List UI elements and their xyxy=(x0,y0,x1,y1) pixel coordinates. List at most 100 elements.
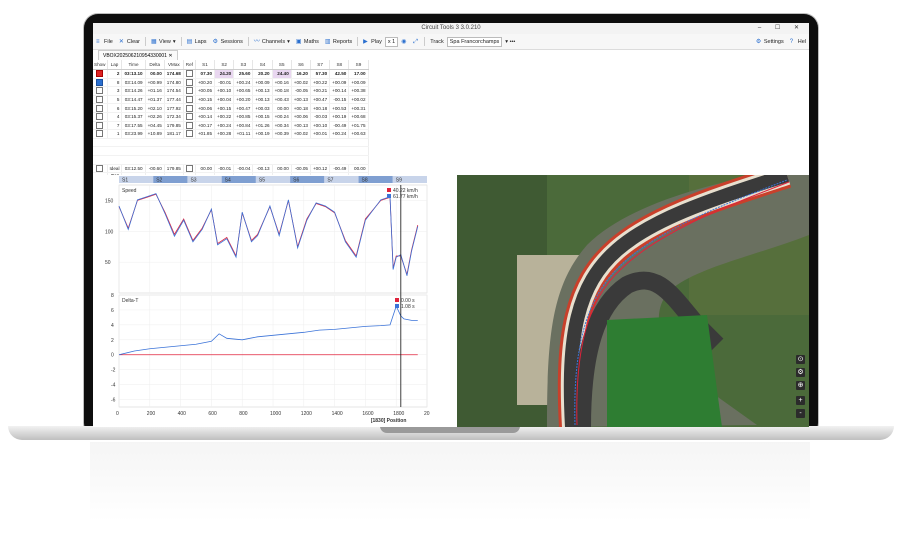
column-header-s4[interactable]: S4 xyxy=(252,60,273,70)
show-cell[interactable] xyxy=(93,95,108,105)
ref-cell[interactable] xyxy=(183,86,196,96)
column-header-ref[interactable]: Ref xyxy=(183,60,196,70)
sessions-button[interactable]: ⚙ Sessions xyxy=(210,39,246,45)
clear-button[interactable]: ✕ Clear xyxy=(116,39,143,45)
ref-cell[interactable] xyxy=(183,69,196,79)
lap-row[interactable]: 4 03:15.37 +02.26 172.34 +00.14 +00.22 +00.85 +… xyxy=(93,112,369,122)
show-cell[interactable] xyxy=(93,78,108,88)
column-header-s8[interactable]: S8 xyxy=(329,60,350,70)
show-cell[interactable] xyxy=(93,103,108,113)
ref-checkbox[interactable] xyxy=(185,96,193,104)
file-button[interactable]: ≡ File xyxy=(93,39,116,45)
track-select[interactable]: Spa Francorchamps xyxy=(446,36,503,47)
show-checkbox[interactable] xyxy=(96,164,104,172)
channels-button[interactable]: 〰 Channels ▾ xyxy=(251,39,293,45)
show-checkbox[interactable] xyxy=(96,78,104,86)
laps-button[interactable]: ▤ Laps xyxy=(184,39,210,45)
ref-checkbox[interactable] xyxy=(185,121,193,129)
map-settings-button[interactable]: ⚙ xyxy=(796,368,805,377)
lap-row[interactable]: 6 03:15.20 +02.10 177.92 +00.06 +00.15 +00.47 +… xyxy=(93,103,369,113)
report-icon: ▥ xyxy=(324,38,331,45)
track-more-button[interactable]: ▾ ••• xyxy=(502,39,518,45)
help-button[interactable]: ? Hel xyxy=(787,39,809,45)
sector-3-cell: +00.65 xyxy=(233,86,254,96)
sector-9-cell: +00.68 xyxy=(348,112,369,122)
delta-y-tick: 6 xyxy=(111,308,114,314)
show-checkbox[interactable] xyxy=(96,70,104,78)
telemetry-graph[interactable]: S1 S2 S3 S4 S5 S6 S7 S8 S9SpeedDelta-T0 200 400 600… xyxy=(93,175,457,427)
track-map[interactable]: ⊙ ⚙ ⊕ + - xyxy=(457,175,809,427)
window-controls[interactable]: – ☐ ✕ xyxy=(758,23,805,34)
show-cell[interactable] xyxy=(93,69,108,79)
ref-cell[interactable] xyxy=(183,164,196,174)
reports-button[interactable]: ▥ Reports xyxy=(322,39,355,45)
column-header-time[interactable]: Time xyxy=(121,60,146,70)
calculator-icon: ▣ xyxy=(295,38,302,45)
column-header-s6[interactable]: S6 xyxy=(291,60,311,70)
lap-row[interactable]: 8 03:14.09 +00.99 174.80 +00.20 -00.01 +00.24 +… xyxy=(93,78,369,88)
ref-checkbox[interactable] xyxy=(185,70,193,78)
ref-cell[interactable] xyxy=(183,129,196,139)
maths-button[interactable]: ▣ Maths xyxy=(293,39,322,45)
show-checkbox[interactable] xyxy=(96,113,104,121)
column-header-s7[interactable]: S7 xyxy=(310,60,331,70)
column-header-delta[interactable]: Delta xyxy=(145,60,165,70)
vmax-cell: 177.44 xyxy=(164,95,184,105)
lap-row[interactable]: 3 03:14.26 +01.16 174.54 +00.05 +00.10 +00.65 +… xyxy=(93,86,369,96)
lap-row[interactable]: 1 03:23.99 +10.89 181.17 +01.85 +00.28 +01.11 +… xyxy=(93,129,369,139)
ref-checkbox[interactable] xyxy=(185,87,193,95)
zoom-out-button[interactable]: - xyxy=(796,409,805,418)
column-header-s2[interactable]: S2 xyxy=(214,60,235,70)
delta-y-tick: 0 xyxy=(111,353,114,359)
ref-checkbox[interactable] xyxy=(185,130,193,138)
sector-5-cell: +00.16 xyxy=(272,78,292,88)
settings-button[interactable]: ⚙ Settings xyxy=(753,39,787,45)
expand-button[interactable]: ⤢ xyxy=(410,39,422,45)
delta-y-tick: -6 xyxy=(111,398,116,404)
ref-cell[interactable] xyxy=(183,103,196,113)
map-fit-button[interactable]: ⊕ xyxy=(796,381,805,390)
show-cell[interactable] xyxy=(93,121,108,131)
play-button[interactable]: ▶ Play xyxy=(360,39,385,45)
lap-row[interactable]: 7 03:17.55 +04.45 179.85 +00.17 +00.24 +00.84 +… xyxy=(93,121,369,131)
show-checkbox[interactable] xyxy=(96,87,104,95)
column-header-vmax[interactable]: VMax xyxy=(164,60,184,70)
delta-cell: +04.45 xyxy=(145,121,165,131)
playback-speed-select[interactable]: x 1 xyxy=(384,36,399,47)
show-cell[interactable] xyxy=(93,129,108,139)
map-center-button[interactable]: ⊙ xyxy=(796,355,805,364)
show-checkbox[interactable] xyxy=(96,121,104,129)
delta-y-tick: -4 xyxy=(111,383,116,389)
lap-row[interactable]: 5 03:14.47 +01.37 177.44 +00.15 +00.04 +00.20 +… xyxy=(93,95,369,105)
column-header-show[interactable]: Show xyxy=(93,60,108,70)
ref-checkbox[interactable] xyxy=(185,78,193,86)
column-header-s1[interactable]: S1 xyxy=(195,60,216,70)
show-checkbox[interactable] xyxy=(96,96,104,104)
map-grass-field xyxy=(607,315,722,427)
column-header-s3[interactable]: S3 xyxy=(233,60,254,70)
ref-cell[interactable] xyxy=(183,112,196,122)
show-cell[interactable] xyxy=(93,164,108,174)
zoom-in-button[interactable]: + xyxy=(796,396,805,405)
lap-row[interactable]: Ideal 03:12.50 -00.60 179.85 00.00 -00.01 -00.… xyxy=(93,164,369,174)
show-cell[interactable] xyxy=(93,86,108,96)
view-button[interactable]: ▦ View ▾ xyxy=(148,39,179,45)
show-checkbox[interactable] xyxy=(96,130,104,138)
column-header-s5[interactable]: S5 xyxy=(272,60,292,70)
ref-cell[interactable] xyxy=(183,95,196,105)
window-title: Circuit Tools 3 3.0.210 xyxy=(421,25,481,31)
ref-cell[interactable] xyxy=(183,78,196,88)
stop-button[interactable]: ◉ xyxy=(398,39,410,45)
lap-cell: 2 xyxy=(107,69,123,79)
ref-checkbox[interactable] xyxy=(185,113,193,121)
show-checkbox[interactable] xyxy=(96,104,104,112)
sector-label-1: S1 xyxy=(122,178,128,184)
lap-row[interactable]: 2 03:13.10 00.00 174.68 07.30 24.20 25.60 20.20… xyxy=(93,69,369,79)
show-cell[interactable] xyxy=(93,112,108,122)
ref-checkbox[interactable] xyxy=(185,104,193,112)
ref-checkbox[interactable] xyxy=(185,164,193,172)
x-tick-label: 600 xyxy=(208,411,217,417)
column-header-s9[interactable]: S9 xyxy=(348,60,369,70)
ref-cell[interactable] xyxy=(183,121,196,131)
column-header-lap[interactable]: Lap xyxy=(107,60,123,70)
